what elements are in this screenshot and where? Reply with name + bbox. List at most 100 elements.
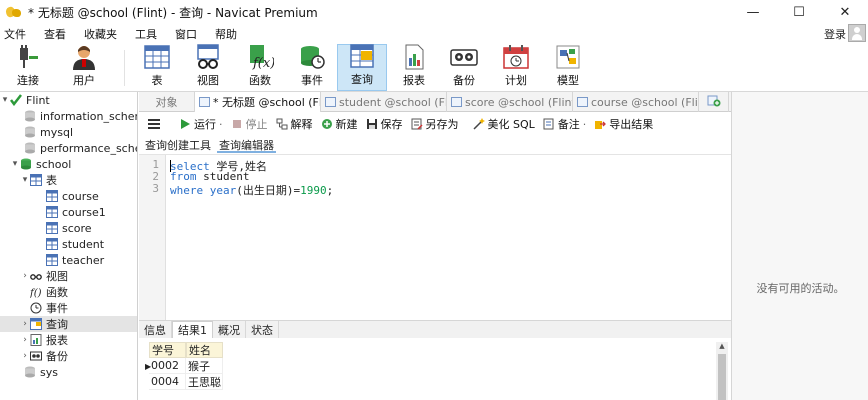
maximize-button[interactable]: ☐: [776, 0, 822, 24]
table-cell[interactable]: 0004: [149, 374, 186, 390]
scrollbar-thumb[interactable]: [718, 354, 726, 400]
tab-course[interactable]: course @school (Flint...: [573, 92, 699, 112]
tree-group-events[interactable]: 事件: [0, 300, 137, 316]
window-controls: — ☐ ✕: [730, 0, 868, 24]
connect-button[interactable]: 连接: [8, 44, 48, 91]
chevron-right-icon[interactable]: ›: [20, 351, 30, 361]
tree-group-queries[interactable]: › 查询: [0, 316, 137, 332]
tree-db-sys[interactable]: sys: [0, 364, 137, 380]
login-button[interactable]: 登录: [824, 26, 846, 42]
beautify-sql-button[interactable]: 美化 SQL: [472, 116, 535, 132]
chevron-down-icon[interactable]: ▾: [0, 95, 10, 105]
user-button[interactable]: 用户: [64, 44, 104, 91]
tree-db-school[interactable]: ▾ school: [0, 156, 137, 172]
view-button[interactable]: 视图: [186, 44, 230, 91]
result-scrollbar[interactable]: ▲: [716, 342, 728, 400]
result-grid[interactable]: 学号 姓名 ▶ 0002 猴子 0004 王思聪: [139, 338, 731, 400]
table-cell[interactable]: 0002: [149, 358, 186, 374]
stop-button[interactable]: 停止: [231, 116, 268, 132]
tree-table-score[interactable]: score: [0, 220, 137, 236]
tree-group-functions[interactable]: f() 函数: [0, 284, 137, 300]
chevron-down-icon[interactable]: ▾: [20, 175, 30, 185]
chevron-right-icon[interactable]: ›: [20, 319, 30, 329]
chevron-down-icon[interactable]: ·: [219, 118, 223, 131]
table-group-icon: [30, 174, 42, 186]
tree-table-course[interactable]: course: [0, 188, 137, 204]
menu-window[interactable]: 窗口: [166, 26, 206, 42]
explain-button[interactable]: 解释: [276, 116, 313, 132]
tree-db-information-schema[interactable]: information_schema: [0, 108, 137, 124]
tab-score[interactable]: score @school (Flint...: [447, 92, 573, 112]
minimize-button[interactable]: —: [730, 0, 776, 24]
menu-view[interactable]: 查看: [35, 26, 75, 42]
table-cell[interactable]: 王思聪: [186, 374, 223, 390]
tree-group-backups[interactable]: › 备份: [0, 348, 137, 364]
tree-table-student[interactable]: student: [0, 236, 137, 252]
function-button[interactable]: f(x) 函数: [238, 44, 282, 91]
tab-objects[interactable]: 对象: [139, 92, 195, 112]
menu-tools[interactable]: 工具: [126, 26, 166, 42]
query-icon: [30, 318, 42, 330]
tree-table-course1[interactable]: course1: [0, 204, 137, 220]
backup-button[interactable]: 备份: [442, 44, 486, 91]
table-button[interactable]: 表: [136, 44, 178, 91]
comment-button[interactable]: 备注 ·: [543, 116, 587, 132]
comment-icon: [543, 118, 555, 130]
export-results-button[interactable]: 导出结果: [594, 116, 653, 132]
tree-db-performance-schema[interactable]: performance_schema: [0, 140, 137, 156]
chevron-down-icon[interactable]: ·: [583, 118, 587, 131]
new-tab-button[interactable]: [699, 92, 729, 112]
tab-result1[interactable]: 结果1: [172, 321, 213, 338]
model-label: 模型: [557, 74, 579, 87]
new-query-button[interactable]: 新建: [321, 116, 358, 132]
event-label: 事件: [301, 74, 323, 87]
query-label: 查询: [351, 73, 373, 86]
menu-file[interactable]: 文件: [0, 26, 35, 42]
tree-label: course1: [62, 205, 106, 219]
report-button[interactable]: 报表: [392, 44, 436, 91]
tab-query-editor[interactable]: 查询编辑器: [217, 137, 276, 153]
column-header-name[interactable]: 姓名: [186, 342, 223, 358]
tree-group-views[interactable]: › 视图: [0, 268, 137, 284]
tree-group-tables[interactable]: ▾ 表: [0, 172, 137, 188]
tab-query[interactable]: * 无标题 @school (Fl...: [195, 92, 321, 112]
save-as-button[interactable]: 另存为: [411, 116, 459, 132]
tree-connection-flint[interactable]: ▾ Flint: [0, 92, 137, 108]
database-icon: [24, 366, 36, 378]
save-button[interactable]: 保存: [366, 116, 403, 132]
scroll-up-icon[interactable]: ▲: [716, 342, 728, 352]
tab-query-builder[interactable]: 查询创建工具: [143, 137, 213, 153]
sql-keyword: where: [170, 184, 204, 197]
backup-tape-icon: [30, 350, 42, 362]
tree-table-teacher[interactable]: teacher: [0, 252, 137, 268]
schedule-label: 计划: [505, 74, 527, 87]
database-icon: [24, 142, 36, 154]
sql-function: year: [203, 184, 237, 197]
tree-group-reports[interactable]: › 报表: [0, 332, 137, 348]
column-header-student-id[interactable]: 学号: [149, 342, 186, 358]
tab-label: * 无标题 @school (Fl...: [213, 96, 321, 109]
chevron-down-icon[interactable]: ▾: [10, 159, 20, 169]
sql-editor[interactable]: 1 2 3 select 学号,姓名 from student where ye…: [139, 154, 731, 321]
schedule-button[interactable]: 计划: [494, 44, 538, 91]
run-button[interactable]: 运行 ·: [179, 116, 223, 132]
chevron-right-icon[interactable]: ›: [20, 271, 30, 281]
hamburger-menu-button[interactable]: [147, 118, 161, 130]
sql-text: (出生日期)=: [236, 184, 301, 197]
event-button[interactable]: 事件: [290, 44, 334, 91]
tab-status[interactable]: 状态: [246, 321, 279, 338]
connect-label: 连接: [17, 74, 39, 87]
tab-overview[interactable]: 概况: [213, 321, 246, 338]
title-bar: * 无标题 @school (Flint) - 查询 - Navicat Pre…: [0, 0, 868, 24]
tab-student[interactable]: student @school (Fli...: [321, 92, 447, 112]
model-button[interactable]: 模型: [546, 44, 590, 91]
tree-db-mysql[interactable]: mysql: [0, 124, 137, 140]
chevron-right-icon[interactable]: ›: [20, 335, 30, 345]
user-avatar-icon[interactable]: [848, 24, 866, 42]
tab-info[interactable]: 信息: [139, 321, 172, 338]
menu-favorites[interactable]: 收藏夹: [75, 26, 126, 42]
close-button[interactable]: ✕: [822, 0, 868, 24]
query-button[interactable]: 查询: [337, 44, 387, 91]
table-cell[interactable]: 猴子: [186, 358, 223, 374]
menu-help[interactable]: 帮助: [206, 26, 246, 42]
